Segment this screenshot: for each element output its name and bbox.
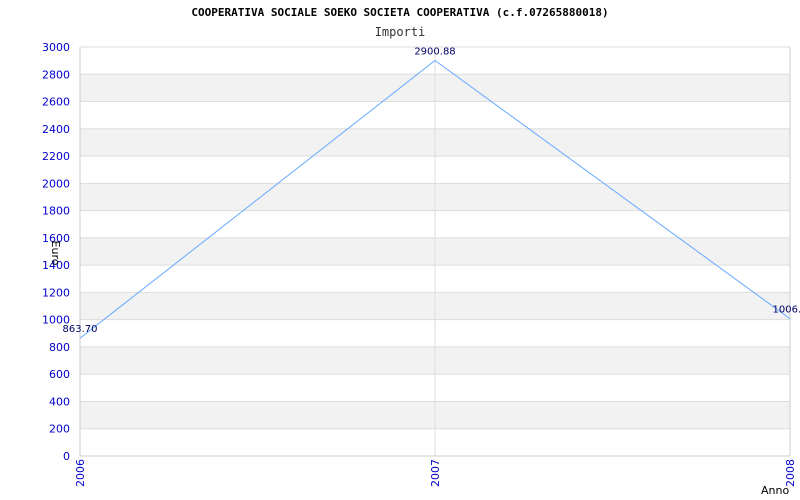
y-tick-label: 1800 (42, 205, 70, 218)
y-tick-label: 800 (49, 341, 70, 354)
y-tick-label: 2800 (42, 68, 70, 81)
y-tick-label: 1200 (42, 286, 70, 299)
y-tick-label: 2600 (42, 96, 70, 109)
data-label: 2900.88 (414, 47, 455, 58)
y-tick-label: 2200 (42, 150, 70, 163)
line-chart: 0200400600800100012001400160018002000220… (42, 41, 800, 497)
data-label: 863.70 (63, 324, 98, 335)
y-tick-label: 600 (49, 368, 70, 381)
x-tick-labels: 2006 2007 2008 (74, 459, 797, 487)
y-axis-label: Euro (49, 241, 62, 266)
y-tick-label: 200 (49, 423, 70, 436)
data-label: 1006.8 (773, 305, 800, 316)
x-tick-label: 2008 (784, 459, 797, 487)
x-tick-label: 2007 (429, 459, 442, 487)
y-tick-label: 3000 (42, 41, 70, 54)
y-tick-label: 2400 (42, 123, 70, 136)
x-tick-label: 2006 (74, 459, 87, 487)
x-axis-label: Anno (761, 484, 789, 497)
y-tick-label: 2000 (42, 177, 70, 190)
y-tick-label: 400 (49, 395, 70, 408)
y-tick-label: 0 (63, 450, 70, 463)
